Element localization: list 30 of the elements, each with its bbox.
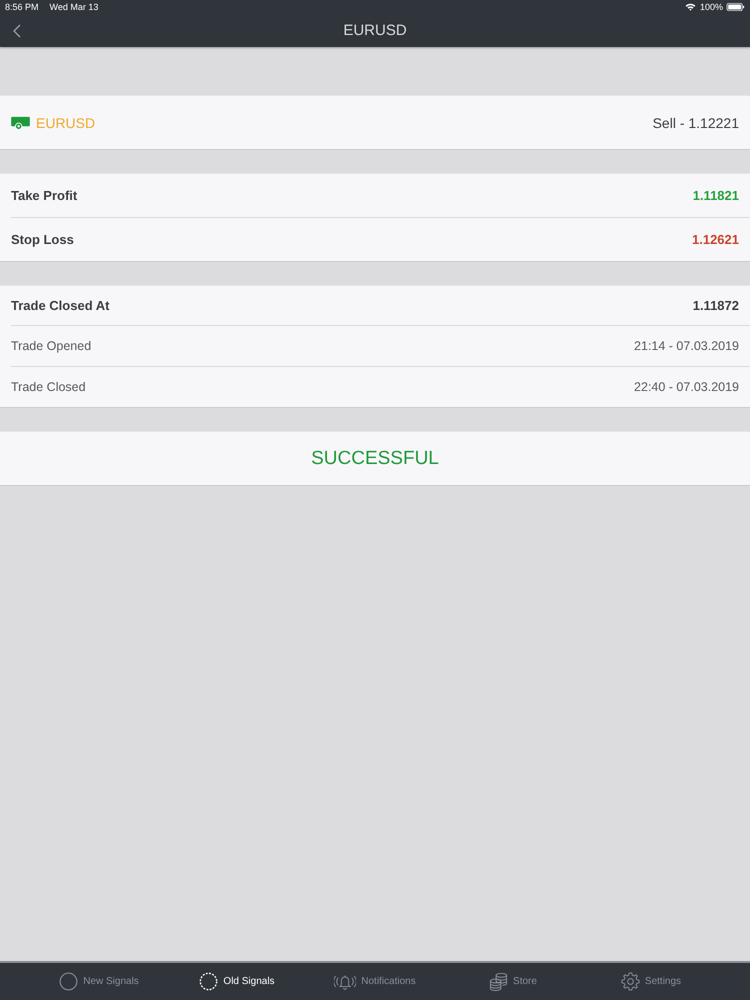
wifi-icon <box>684 3 696 11</box>
screen-title: EURUSD <box>343 22 407 39</box>
tab-item[interactable]: Old Signals <box>168 963 306 1000</box>
detail-value: 1.11872 <box>692 298 739 313</box>
cash-icon <box>11 116 30 130</box>
coin-stack-icon <box>489 972 508 991</box>
target-value: 1.11821 <box>692 188 739 203</box>
status-date: Wed Mar 13 <box>50 2 98 12</box>
symbol-label: EURUSD <box>36 114 96 130</box>
chevron-left-icon <box>13 24 21 38</box>
detail-label: Trade Closed <box>11 380 86 394</box>
tab-item[interactable]: Notifications <box>306 963 444 1000</box>
target-label: Take Profit <box>11 188 78 203</box>
tab-item[interactable]: Settings <box>582 963 720 1000</box>
battery-percent: 100% <box>700 2 723 12</box>
tab-item[interactable]: New Signals <box>30 963 168 1000</box>
tab-item[interactable]: Store <box>444 963 582 1000</box>
detail-value: 22:40 - 07.03.2019 <box>634 380 739 394</box>
detail-label: Trade Closed At <box>11 298 110 313</box>
dashed-circle-icon <box>199 972 218 991</box>
target-label: Stop Loss <box>11 232 74 247</box>
circle-icon <box>59 972 78 991</box>
detail-label: Trade Opened <box>11 339 92 353</box>
signal-action: Sell - 1.12221 <box>652 114 739 130</box>
status-time: 8:56 PM <box>5 2 39 12</box>
target-value: 1.12621 <box>692 232 739 247</box>
settings-icon <box>620 972 640 991</box>
result-status: SUCCESSFUL <box>311 448 439 470</box>
battery-icon <box>726 3 745 11</box>
detail-value: 21:14 - 07.03.2019 <box>634 339 739 353</box>
